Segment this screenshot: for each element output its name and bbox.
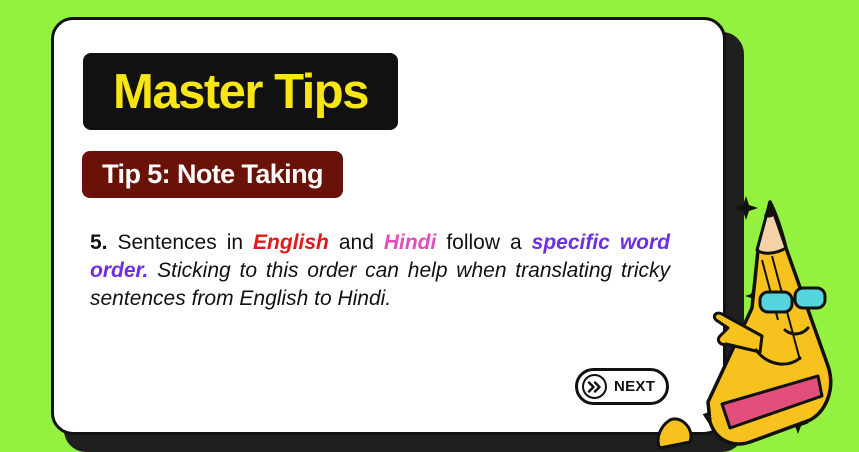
tip-text-1: Sentences in	[107, 231, 254, 254]
tip-text-4: Sticking to this order can help when tra…	[90, 259, 670, 310]
double-chevron-right-icon	[582, 374, 607, 399]
tip-number: 5.	[90, 231, 108, 254]
tip-heading: Tip 5: Note Taking	[102, 159, 323, 189]
tip-label-banner: Tip 5: Note Taking	[82, 151, 343, 198]
keyword-hindi: Hindi	[383, 231, 437, 254]
title-banner: Master Tips	[83, 53, 398, 130]
tip-body: 5. Sentences in English and Hindi follow…	[90, 229, 670, 313]
keyword-english: English	[253, 231, 329, 254]
tip-text-3: follow a	[436, 231, 532, 254]
tip-text-2: and	[328, 231, 384, 254]
page-title: Master Tips	[113, 64, 369, 119]
pencil-mascot	[656, 196, 833, 450]
